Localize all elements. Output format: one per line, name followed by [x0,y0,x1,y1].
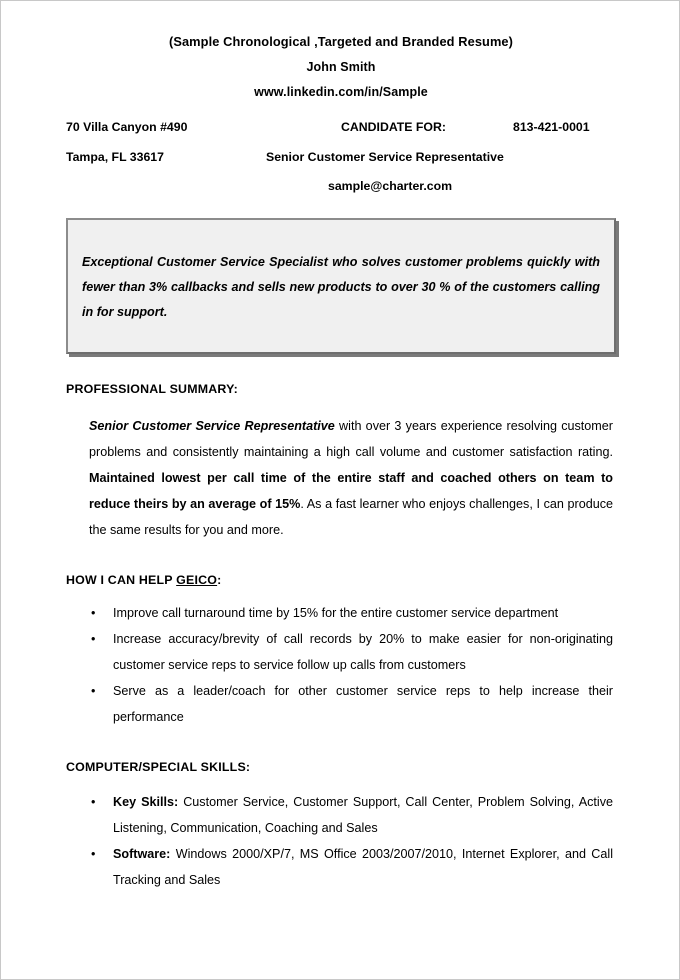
section-heading-computer-special-skills: COMPUTER/SPECIAL SKILLS: [66,760,251,775]
email-address[interactable]: sample@charter.com [328,179,452,193]
list-item-text: Increase accuracy/brevity of call record… [113,632,613,672]
text-run: Customer Service, Customer Support, Call… [113,795,613,836]
branding-statement-frame: Exceptional Customer Service Specialist … [66,218,616,354]
phone-number: 813-421-0001 [513,120,590,134]
computer-special-skills-bullet-list: • Key Skills: Customer Service, Customer … [1,789,613,893]
branding-statement-text: Exceptional Customer Service Specialist … [82,255,600,320]
bullet-icon: • [91,605,96,620]
list-item-text: Improve call turnaround time by 15% for … [113,606,558,620]
contact-block: 70 Villa Canyon #490 Tampa, FL 33617 CAN… [1,120,679,202]
bullet-icon: • [91,684,96,699]
target-job-title: Senior Customer Service Representative [266,150,504,164]
candidate-name: John Smith [306,60,376,74]
section-heading-professional-summary: PROFESSIONAL SUMMARY: [66,381,238,396]
heading-prefix-text: HOW I CAN HELP [66,572,177,587]
list-item: • Serve as a leader/coach for other custo… [91,678,613,730]
text-run: Key Skills: [113,795,179,810]
linkedin-url[interactable]: www.linkedin.com/in/Sample [1,85,679,99]
how-i-can-help-bullet-list: • Improve call turnaround time by 15% for… [1,600,613,730]
candidate-for-label: CANDIDATE FOR: [341,120,446,134]
text-run: Software: [113,847,171,862]
branding-statement-box: Exceptional Customer Service Specialist … [66,218,616,354]
bullet-icon: • [91,847,96,862]
list-item: • Software: Windows 2000/XP/7, MS Office … [91,841,613,893]
text-run: Windows 2000/XP/7, MS Office 2003/2007/2… [113,847,613,888]
heading-colon: : [217,572,222,587]
list-item: • Improve call turnaround time by 15% for… [91,600,613,626]
address-line-2: Tampa, FL 33617 [66,150,164,164]
heading-company-name: GEICO [176,572,218,587]
list-item: • Key Skills: Customer Service, Customer … [91,789,613,841]
professional-summary-paragraph: Senior Customer Service Representative w… [89,413,613,543]
resume-type-title: (Sample Chronological ,Targeted and Bran… [168,34,514,49]
text-run: Serve as a leader/coach for other custom… [113,684,613,725]
text-run: Improve call turnaround time by 15% for … [113,605,559,620]
address-line-1: 70 Villa Canyon #490 [66,120,188,134]
resume-page: (Sample Chronological ,Targeted and Bran… [0,0,680,980]
list-item-text: Software: Windows 2000/XP/7, MS Office 2… [113,847,613,887]
text-run: Senior Customer Service Representative [89,418,335,433]
document-header: (Sample Chronological ,Targeted and Bran… [1,1,679,99]
bullet-icon: • [91,631,96,646]
resume-content: (Sample Chronological ,Targeted and Bran… [1,1,679,893]
list-item: • Increase accuracy/brevity of call recor… [91,626,613,678]
bullet-icon: • [91,795,96,810]
section-heading-how-i-can-help: HOW I CAN HELP GEICO: [66,572,679,587]
list-item-text: Key Skills: Customer Service, Customer S… [113,795,613,835]
list-item-text: Serve as a leader/coach for other custom… [113,684,613,724]
text-run: Increase accuracy/brevity of call record… [113,631,613,672]
